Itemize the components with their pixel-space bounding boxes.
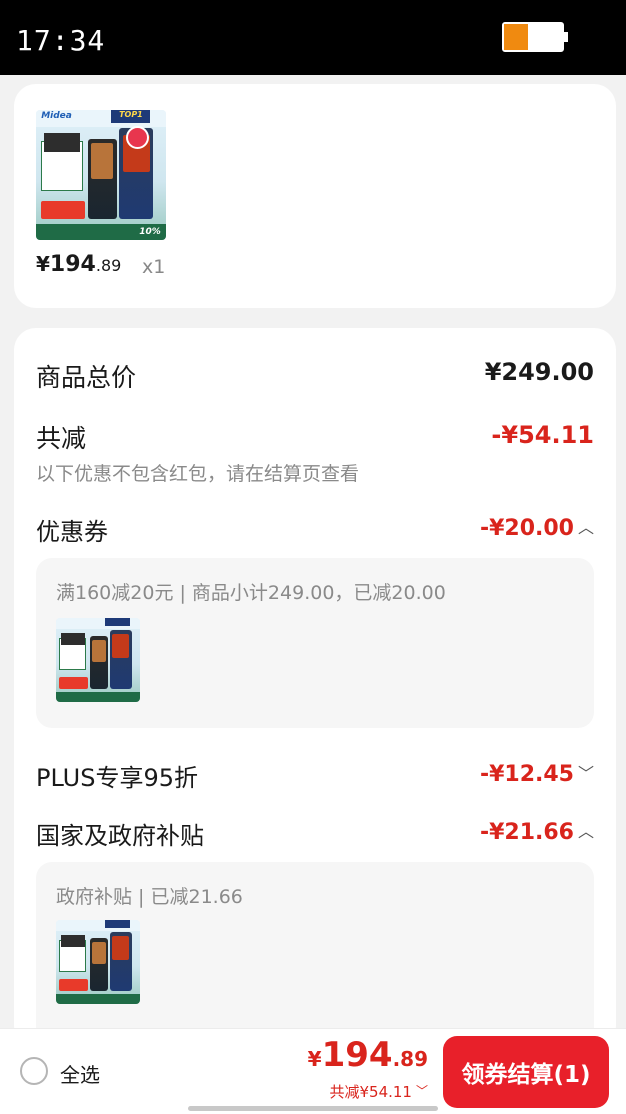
plus-discount-label: PLUS专享95折 — [36, 764, 198, 792]
battery-icon — [502, 22, 568, 52]
check-icon — [125, 125, 150, 149]
chevron-down-icon: ﹀ — [415, 1084, 428, 1098]
total-price-value: ¥249.00 — [484, 358, 594, 386]
reduce-note: 以下优惠不包含红包，请在结算页查看 — [36, 463, 360, 485]
reduce-value: -¥54.11 — [491, 421, 594, 449]
checkout-total-price: ¥194.89 — [307, 1035, 428, 1075]
chevron-up-icon: ︿ — [577, 518, 594, 537]
checkout-reduce-toggle[interactable]: 共减¥54.11 ﹀ — [329, 1081, 428, 1102]
product-image-badge: TOP1 — [111, 110, 151, 123]
gov-subsidy-toggle[interactable]: -¥21.66 ︿ — [480, 818, 594, 845]
product-image[interactable]: Midea TOP1 10% — [36, 110, 166, 240]
product-image-brand: Midea — [41, 111, 72, 122]
product-image-discount: 10% — [139, 227, 161, 238]
select-all-label[interactable]: 全选 — [60, 1059, 100, 1088]
home-indicator — [188, 1106, 438, 1111]
checkout-reduce-text: 共减¥54.11 — [329, 1083, 412, 1101]
product-price: ¥194.89 — [36, 252, 122, 277]
checkout-bar: 全选 ¥194.89 共减¥54.11 ﹀ 领券结算(1) — [0, 1028, 626, 1114]
status-time: 17:34 — [16, 24, 106, 57]
gov-subsidy-label: 国家及政府补贴 — [36, 822, 204, 850]
coupon-detail-box: 满160减20元 | 商品小计249.00，已减20.00 — [36, 558, 594, 728]
chevron-up-icon: ︿ — [577, 822, 594, 841]
gov-product-image — [56, 920, 140, 1004]
checkout-button[interactable]: 领券结算(1) — [443, 1036, 609, 1108]
price-summary-card: 商品总价 ¥249.00 共减 -¥54.11 以下优惠不包含红包，请在结算页查… — [14, 328, 616, 1048]
chevron-down-icon: ﹀ — [577, 764, 594, 783]
plus-discount-value: -¥12.45 — [479, 762, 574, 787]
battery-level — [504, 24, 529, 50]
reduce-label: 共减 — [36, 424, 87, 453]
coupon-product-image — [56, 618, 140, 702]
gov-subsidy-detail-box: 政府补贴 | 已减21.66 — [36, 862, 594, 1048]
status-bar: 17:34 — [0, 0, 626, 75]
gov-subsidy-value: -¥21.66 — [479, 820, 574, 845]
coupon-value: -¥20.00 — [479, 516, 574, 541]
gov-subsidy-detail-text: 政府补贴 | 已减21.66 — [56, 886, 243, 908]
product-card: Midea TOP1 10% ¥194.89 x1 — [14, 84, 616, 308]
plus-discount-toggle[interactable]: -¥12.45 ﹀ — [480, 760, 594, 787]
total-price-label: 商品总价 — [36, 363, 137, 392]
coupon-detail-text: 满160减20元 | 商品小计249.00，已减20.00 — [56, 582, 446, 604]
battery-tip — [564, 32, 568, 42]
coupon-label: 优惠券 — [36, 518, 108, 546]
coupon-toggle[interactable]: -¥20.00 ︿ — [480, 514, 594, 541]
select-all-radio[interactable] — [20, 1057, 48, 1085]
product-quantity: x1 — [142, 256, 166, 278]
